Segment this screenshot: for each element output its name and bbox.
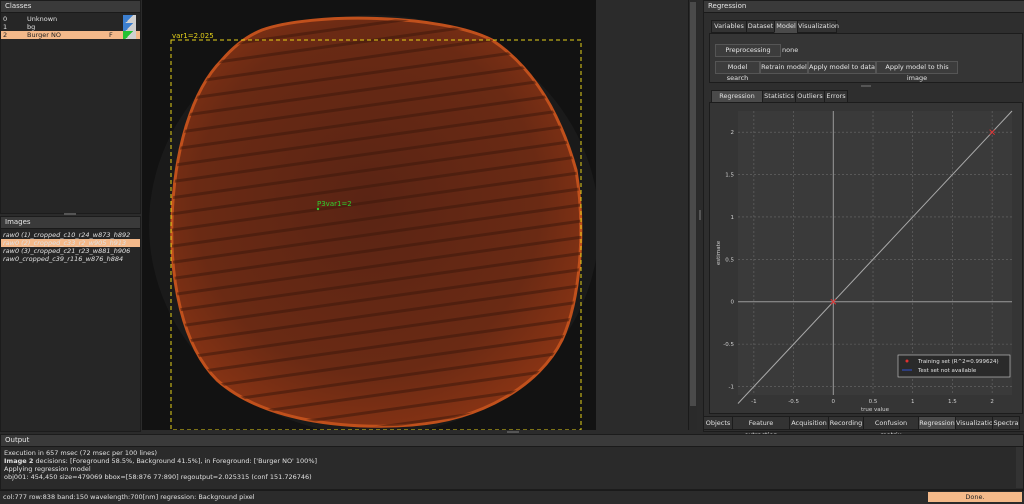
class-name: Burger NO — [27, 31, 61, 39]
class-color-swatch[interactable] — [123, 23, 136, 31]
legend-label: Test set not available — [917, 368, 977, 374]
class-index: 0 — [3, 15, 8, 23]
status-done-label: Done. — [965, 493, 985, 501]
x-tick-label: 1 — [911, 399, 915, 405]
output-splitter-handle[interactable] — [507, 431, 519, 433]
regression-plot[interactable]: -1 -0.5 0 0.5 1 1.5 2 -1 -0.5 0 0.5 1 1.5 2 true value… — [710, 103, 1022, 413]
model-action-button[interactable]: Apply model to data — [808, 61, 876, 74]
y-tick-label: 2 — [731, 130, 735, 136]
preprocessing-value: none — [782, 46, 799, 54]
status-done: Done. — [928, 492, 1022, 502]
x-axis-label: true value — [861, 407, 890, 413]
roi-label: var1=2.025 — [172, 32, 214, 40]
tab-variables[interactable]: Variables — [711, 20, 747, 33]
regression-splitter-handle[interactable] — [861, 85, 871, 87]
class-list: 0 Unknown 1 bg 2 Burger NO F — [1, 15, 140, 39]
image-list-item[interactable]: raw0_cropped_c39_r116_w876_h884 — [1, 255, 140, 263]
x-tick-label: -0.5 — [788, 399, 799, 405]
preprocessing-button[interactable]: Preprocessing — [715, 44, 781, 57]
class-row[interactable]: 1 bg — [1, 23, 140, 31]
regression-top-tabs: Variables Dataset Model Visualization — [711, 20, 1011, 33]
class-color-swatch[interactable] — [123, 31, 136, 39]
legend-marker — [905, 359, 909, 363]
dock-tab-objects[interactable]: Objects — [703, 416, 733, 430]
status-text: col:777 row:838 band:150 wavelength:700[… — [3, 493, 255, 501]
y-tick-label: 1 — [731, 215, 735, 221]
canvas-vscroll-thumb[interactable] — [690, 2, 696, 406]
class-row[interactable]: 2 Burger NO F — [1, 31, 140, 39]
y-tick-label: 0.5 — [725, 257, 734, 263]
point-marker[interactable] — [316, 207, 320, 211]
output-log: Execution in 657 msec (72 msec per 100 l… — [1, 447, 1023, 483]
image-list-item[interactable]: raw0 (2)_cropped_c33_r2_w905_h913 — [1, 239, 140, 247]
y-tick-label: 0 — [731, 300, 735, 306]
dock-tab-regression[interactable]: Regression — [918, 416, 956, 430]
plot-background — [738, 111, 1012, 395]
output-panel: Output Execution in 657 msec (72 msec pe… — [0, 434, 1024, 490]
class-flag: F — [109, 31, 113, 39]
y-tick-label: -0.5 — [723, 342, 734, 348]
output-line-bold: Image 2 — [4, 457, 34, 465]
tab-model[interactable]: Model — [774, 20, 798, 33]
image-view[interactable]: var1=2.025 P3var1=2 — [142, 0, 599, 435]
model-tab-body: Preprocessing none Model search Retrain m… — [709, 33, 1023, 83]
x-tick-label: 0.5 — [869, 399, 878, 405]
dock-tab-acquisition[interactable]: Acquisition — [789, 416, 829, 430]
class-color-swatch[interactable] — [123, 15, 136, 23]
tab-dataset[interactable]: Dataset — [746, 20, 775, 33]
output-vscroll[interactable] — [1016, 447, 1023, 488]
output-line-rest: decisions: [Foreground 58.5%, Background… — [33, 457, 318, 465]
x-tick-label: 1.5 — [948, 399, 957, 405]
y-tick-label: 1.5 — [725, 173, 734, 179]
x-tick-label: -1 — [751, 399, 756, 405]
class-name: Unknown — [27, 15, 58, 23]
output-title: Output — [1, 435, 1023, 447]
dock-tab-confusion-matrix[interactable]: Confusion matrix — [863, 416, 919, 439]
images-title: Images — [1, 217, 140, 229]
canvas-vscroll[interactable] — [688, 0, 697, 430]
x-tick-label: 0 — [832, 399, 836, 405]
bottom-dock-tabs: ObjectsFeature extractionAcquisitionReco… — [703, 416, 1023, 439]
regression-panel: Regression Variables Dataset Model Visualiz… — [703, 0, 1024, 432]
status-bar: col:777 row:838 band:150 wavelength:700[… — [0, 490, 1024, 504]
plot-area: -1 -0.5 0 0.5 1 1.5 2 -1 -0.5 0 0.5 1 1.5 2 true value… — [709, 102, 1023, 414]
legend-label: Training set (R^2=0.999624) — [917, 359, 999, 365]
regression-title: Regression — [704, 1, 1024, 13]
classes-title: Classes — [1, 1, 140, 13]
output-line: Execution in 657 msec (72 msec per 100 l… — [4, 449, 158, 457]
output-line: Applying regression model — [4, 465, 91, 473]
point-label: P3var1=2 — [317, 200, 352, 208]
classes-panel: Classes 0 Unknown 1 bg 2 Burger NO F — [0, 0, 141, 214]
model-action-button[interactable]: Apply model to this image — [876, 61, 958, 82]
y-axis-label: estimate — [716, 240, 722, 265]
output-line: obj001: 454,450 size=479069 bbox=[58:876… — [4, 473, 312, 481]
class-index: 1 — [3, 23, 8, 31]
image-list-item[interactable]: raw0 (3)_cropped_c21_r23_w881_h906 — [1, 247, 140, 255]
dock-tab-feature-extraction[interactable]: Feature extraction — [732, 416, 790, 439]
image-list: raw0 (1)_cropped_c10_r24_w873_h892 raw0 (… — [1, 231, 140, 263]
class-index: 2 — [3, 31, 8, 39]
canvas-splitter-handle[interactable] — [699, 210, 701, 220]
splitter-handle[interactable] — [64, 213, 76, 215]
dock-tab-visualization[interactable]: Visualization — [955, 416, 997, 430]
regression-sub-tabs: Regression plotStatisticsOutliersErrors — [711, 90, 1011, 111]
class-name: bg — [27, 23, 36, 31]
output-line: Image 2 decisions: [Foreground 58.5%, Ba… — [4, 457, 1020, 465]
image-list-item[interactable]: raw0 (1)_cropped_c10_r24_w873_h892 — [1, 231, 140, 239]
dock-tab-spectra[interactable]: Spectra — [992, 416, 1020, 430]
model-action-button[interactable]: Model search — [715, 61, 760, 82]
model-action-button[interactable]: Retrain model — [760, 61, 808, 74]
x-tick-label: 2 — [990, 399, 994, 405]
class-row[interactable]: 0 Unknown — [1, 15, 140, 23]
dock-tab-recording[interactable]: Recording — [828, 416, 864, 430]
tab-visualization[interactable]: Visualization — [797, 20, 839, 33]
image-canvas[interactable]: var1=2.025 P3var1=2 — [142, 0, 599, 435]
images-panel: Images raw0 (1)_cropped_c10_r24_w873_h89… — [0, 216, 141, 432]
y-tick-label: -1 — [729, 385, 734, 391]
